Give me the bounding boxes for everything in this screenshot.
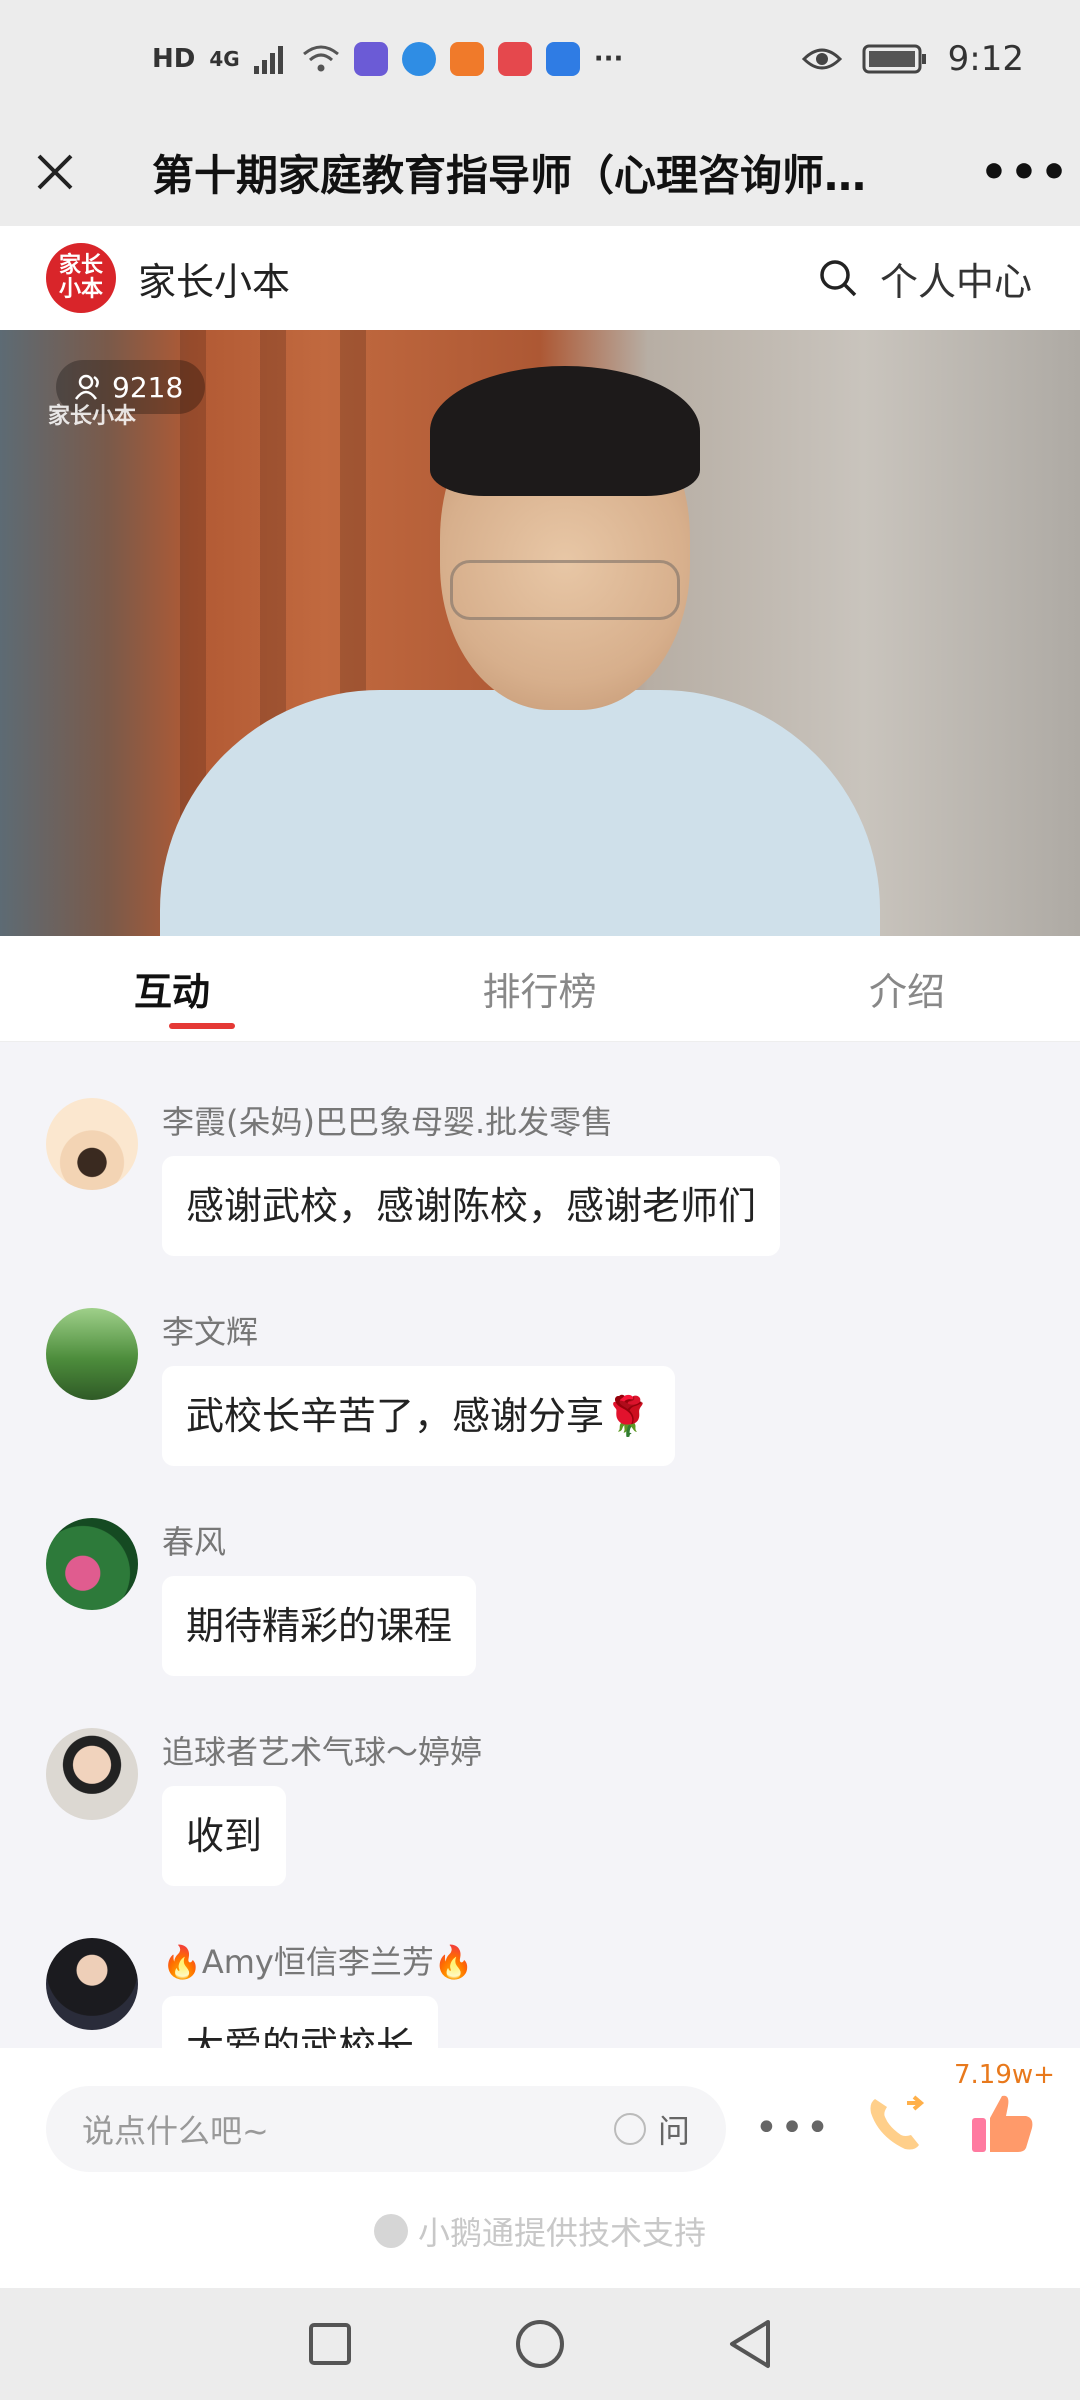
powered-by-text: 小鹅通提供技术支持 <box>417 2214 706 2252</box>
profile-center-link[interactable]: 个人中心 <box>880 251 1032 306</box>
browser-app-icon <box>401 42 436 76</box>
chat-message: 春风 期待精彩的课程 <box>46 1518 477 1676</box>
tab-ranking[interactable]: 排行榜 <box>404 936 674 1041</box>
more-actions-button[interactable]: ••• <box>755 2088 830 2168</box>
sender-name: 追球者艺术气球～婷婷 <box>162 1733 483 1771</box>
tab-bar: 互动 排行榜 介绍 <box>0 936 1080 1042</box>
brand-actions: 个人中心 <box>818 251 1032 306</box>
battery-icon <box>862 44 926 74</box>
brand-header: 家长小本 家长小本 个人中心 <box>0 226 1080 330</box>
message-bubble: 大爱的武校长 <box>162 1996 439 2048</box>
speaker-glasses <box>450 560 680 620</box>
message-body: 李文辉 武校长辛苦了，感谢分享🌹 <box>162 1308 676 1466</box>
recents-button[interactable] <box>300 2314 360 2374</box>
brand-logo[interactable]: 家长小本 <box>46 243 116 313</box>
sender-name: 春风 <box>162 1523 227 1561</box>
close-button[interactable] <box>0 118 110 226</box>
page-title: 第十期家庭教育指导师（心理咨询师… <box>152 150 867 200</box>
comment-input[interactable]: 说点什么吧~ 问 <box>46 2086 726 2172</box>
title-bar: 第十期家庭教育指导师（心理咨询师… ••• <box>0 118 1080 226</box>
speaker-body <box>160 690 880 936</box>
message-body: 追球者艺术气球～婷婷 收到 <box>162 1728 482 1886</box>
sender-name-row: 🔥Amy恒信李兰芳🔥 <box>162 1938 474 1986</box>
chat-message: 🔥Amy恒信李兰芳🔥 大爱的武校长 <box>46 1938 474 2048</box>
brand-logo-text: 家长小本 <box>58 253 103 302</box>
system-nav-bar <box>0 2288 1080 2400</box>
network-type: 4G <box>209 47 240 71</box>
more-notifications: ··· <box>593 44 624 74</box>
clock: 9:12 <box>947 39 1024 79</box>
sender-name: Amy恒信李兰芳 <box>201 1943 434 1981</box>
triangle-back-icon <box>730 2320 770 2368</box>
thumbs-up-icon <box>972 2095 1033 2152</box>
avatar[interactable] <box>46 1518 138 1610</box>
live-video[interactable]: 9218 家长小本 <box>0 330 1080 936</box>
status-bar: HD 4G ··· 9:12 <box>0 0 1080 118</box>
bulb-app-icon <box>545 42 580 76</box>
flame-icon: 🔥 <box>433 1943 474 1981</box>
circle-icon <box>516 2320 564 2368</box>
message-bubble: 感谢武校，感谢陈校，感谢老师们 <box>162 1156 781 1256</box>
eye-icon <box>801 48 842 70</box>
more-options-button[interactable]: ••• <box>970 118 1080 226</box>
avatar[interactable] <box>46 1098 138 1190</box>
chat-message: 李文辉 武校长辛苦了，感谢分享🌹 <box>46 1308 676 1466</box>
home-button[interactable] <box>510 2314 570 2374</box>
avatar[interactable] <box>46 1308 138 1400</box>
back-button[interactable] <box>720 2314 780 2374</box>
brand-name[interactable]: 家长小本 <box>138 251 818 306</box>
message-body: 李霞(朵妈)巴巴象母婴.批发零售 感谢武校，感谢陈校，感谢老师们 <box>162 1098 781 1256</box>
message-bubble: 期待精彩的课程 <box>162 1576 477 1676</box>
people-icon <box>74 374 99 400</box>
ask-label: 问 <box>657 2112 690 2150</box>
chat-message: 李霞(朵妈)巴巴象母婴.批发零售 感谢武校，感谢陈校，感谢老师们 <box>46 1098 781 1256</box>
flame-icon: 🔥 <box>162 1943 202 1981</box>
square-icon <box>309 2323 351 2365</box>
radio-icon <box>613 2113 646 2145</box>
search-icon[interactable] <box>818 258 858 298</box>
message-body: 🔥Amy恒信李兰芳🔥 大爱的武校长 <box>162 1938 474 2048</box>
message-body: 春风 期待精彩的课程 <box>162 1518 477 1676</box>
status-left: HD 4G ··· <box>152 42 623 76</box>
powered-by: 小鹅通提供技术支持 <box>0 2208 1080 2254</box>
status-right: 9:12 <box>801 39 1024 79</box>
comment-placeholder: 说点什么吧~ <box>82 2112 269 2150</box>
phone-icon <box>870 2095 925 2150</box>
sender-name: 李霞(朵妈)巴巴象母婴.批发零售 <box>162 1103 614 1141</box>
chat-list[interactable]: 李霞(朵妈)巴巴象母婴.批发零售 感谢武校，感谢陈校，感谢老师们 李文辉 武校长… <box>0 1042 1080 2048</box>
chat-message: 追球者艺术气球～婷婷 收到 <box>46 1728 482 1886</box>
music-app-icon <box>353 42 388 76</box>
like-button[interactable] <box>960 2082 1044 2166</box>
ask-question-toggle[interactable]: 问 <box>613 2106 690 2152</box>
close-icon <box>37 154 73 190</box>
message-bubble: 武校长辛苦了，感谢分享🌹 <box>162 1366 676 1466</box>
xiaoetong-logo-icon <box>373 2214 408 2248</box>
message-bubble: 收到 <box>162 1786 287 1886</box>
book-app-icon <box>497 42 532 76</box>
wifi-icon <box>302 45 339 72</box>
video-watermark: 家长小本 <box>48 404 137 429</box>
input-bar: 说点什么吧~ 问 ••• 7.19w+ 小鹅通提供技术支持 <box>0 2048 1080 2288</box>
tab-interaction[interactable]: 互动 <box>0 936 404 1041</box>
signal-icon <box>253 46 283 74</box>
call-button[interactable] <box>856 2084 936 2164</box>
speaker-hair <box>430 366 700 496</box>
video-app-icon <box>449 42 484 76</box>
sender-name: 李文辉 <box>162 1313 259 1351</box>
avatar[interactable] <box>46 1938 138 2030</box>
tab-intro[interactable]: 介绍 <box>675 936 1080 1041</box>
hd-indicator: HD <box>152 44 196 74</box>
avatar[interactable] <box>46 1728 138 1820</box>
